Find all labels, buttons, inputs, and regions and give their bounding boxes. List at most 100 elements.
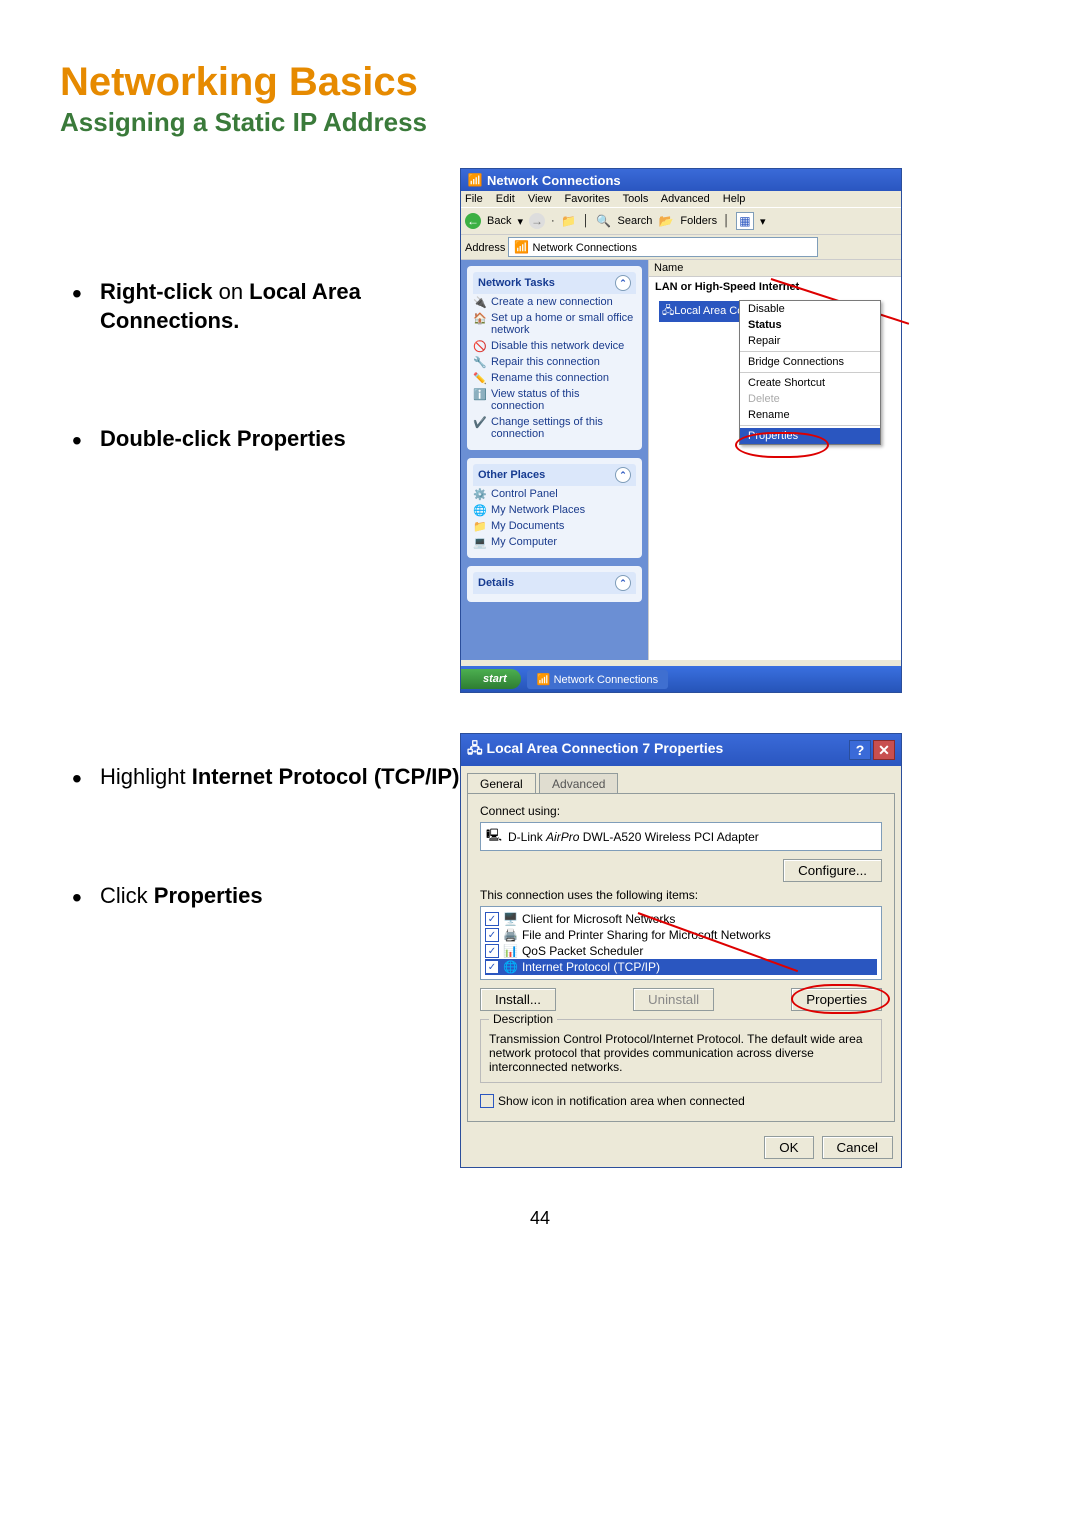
show-icon-checkbox[interactable]	[480, 1094, 494, 1108]
ctx-properties[interactable]: Properties	[740, 428, 880, 444]
uses-label: This connection uses the following items…	[480, 888, 882, 902]
properties-button[interactable]: Properties	[791, 988, 882, 1011]
show-icon-label: Show icon in notification area when conn…	[498, 1094, 745, 1108]
main-pane: Name LAN or High-Speed Internet 🖧Local A…	[648, 260, 901, 660]
dialog-titlebar: 🖧 Local Area Connection 7 Properties ? ✕	[461, 734, 901, 766]
menu-tools[interactable]: Tools	[623, 193, 649, 205]
page-subtitle: Assigning a Static IP Address	[60, 107, 1020, 138]
description-text: Transmission Control Protocol/Internet P…	[489, 1032, 873, 1074]
dropdown-icon[interactable]: ▾	[517, 215, 523, 228]
task-setup-network[interactable]: 🏠Set up a home or small office network	[473, 310, 636, 338]
connection-icon: 🖧	[662, 305, 674, 317]
chevron-up-icon[interactable]: ⌃	[615, 275, 631, 291]
service-icon: 🖥️	[503, 912, 518, 926]
network-icon: 📶	[467, 172, 483, 188]
menu-view[interactable]: View	[528, 193, 552, 205]
menu-edit[interactable]: Edit	[496, 193, 515, 205]
other-my-documents[interactable]: 📁My Documents	[473, 518, 636, 534]
help-button[interactable]: ?	[849, 740, 871, 760]
close-button[interactable]: ✕	[873, 740, 895, 760]
up-folder-icon[interactable]: 📁	[561, 213, 577, 229]
forward-icon[interactable]: →	[529, 213, 545, 229]
instruction-step-4: Click Properties	[100, 882, 460, 911]
address-label: Address	[465, 242, 505, 254]
tab-advanced[interactable]: Advanced	[539, 773, 618, 794]
menu-favorites[interactable]: Favorites	[565, 193, 610, 205]
protocol-icon: 🌐	[503, 960, 518, 974]
menu-advanced[interactable]: Advanced	[661, 193, 710, 205]
sidebar-details-header[interactable]: Details⌃	[473, 572, 636, 594]
tab-general[interactable]: General	[467, 773, 536, 794]
folders-icon[interactable]: 📂	[658, 213, 674, 229]
network-connections-window: 📶 Network Connections File Edit View Fav…	[460, 168, 902, 693]
instruction-step-1: Right-click on Local Area Connections.	[100, 278, 460, 335]
instruction-step-3: Highlight Internet Protocol (TCP/IP)	[100, 763, 460, 792]
task-disable-device[interactable]: 🚫Disable this network device	[473, 338, 636, 354]
menu-help[interactable]: Help	[723, 193, 746, 205]
task-repair-connection[interactable]: 🔧Repair this connection	[473, 354, 636, 370]
separator: ·	[551, 215, 555, 227]
other-my-computer[interactable]: 💻My Computer	[473, 534, 636, 550]
install-button[interactable]: Install...	[480, 988, 556, 1011]
context-menu: Disable Status Repair Bridge Connections…	[739, 300, 881, 445]
sidebar-tasks-header[interactable]: Network Tasks⌃	[473, 272, 636, 294]
uninstall-button[interactable]: Uninstall	[633, 988, 714, 1011]
ctx-disable[interactable]: Disable	[740, 301, 880, 317]
checkbox-icon[interactable]: ✓	[485, 912, 499, 926]
adapter-field: 🖳 D-Link AirPro DWL-A520 Wireless PCI Ad…	[480, 822, 882, 851]
ctx-status[interactable]: Status	[740, 317, 880, 333]
task-rename-connection[interactable]: ✏️Rename this connection	[473, 370, 636, 386]
checkbox-icon[interactable]: ✓	[485, 960, 499, 974]
description-group: Description Transmission Control Protoco…	[480, 1019, 882, 1083]
adapter-icon: 🖳	[486, 826, 502, 847]
search-icon[interactable]: 🔍	[596, 213, 612, 229]
checkbox-icon[interactable]: ✓	[485, 928, 499, 942]
start-button[interactable]: start	[461, 669, 521, 689]
ctx-rename[interactable]: Rename	[740, 407, 880, 423]
service-icon: 📊	[503, 944, 518, 958]
item-qos-scheduler[interactable]: ✓📊QoS Packet Scheduler	[485, 943, 877, 959]
views-icon[interactable]: ▦	[736, 212, 754, 230]
address-field[interactable]: 📶 Network Connections	[508, 237, 818, 257]
checkbox-icon[interactable]: ✓	[485, 944, 499, 958]
ctx-repair[interactable]: Repair	[740, 333, 880, 349]
window-titlebar: 📶 Network Connections	[461, 169, 901, 191]
items-listbox[interactable]: ✓🖥️Client for Microsoft Networks ✓🖨️File…	[480, 906, 882, 980]
connect-using-label: Connect using:	[480, 804, 882, 818]
search-button[interactable]: Search	[618, 215, 653, 227]
chevron-up-icon[interactable]: ⌃	[615, 575, 631, 591]
back-button[interactable]: Back	[487, 215, 511, 227]
column-header-name[interactable]: Name	[649, 260, 901, 277]
other-network-places[interactable]: 🌐My Network Places	[473, 502, 636, 518]
task-view-status[interactable]: ℹ️View status of this connection	[473, 386, 636, 414]
item-client-ms-networks[interactable]: ✓🖥️Client for Microsoft Networks	[485, 911, 877, 927]
menu-file[interactable]: File	[465, 193, 483, 205]
ok-button[interactable]: OK	[764, 1136, 813, 1159]
taskbar-item-network-connections[interactable]: 📶 Network Connections	[527, 670, 668, 689]
cancel-button[interactable]: Cancel	[822, 1136, 894, 1159]
service-icon: 🖨️	[503, 928, 518, 942]
taskbar-icon: 📶	[537, 674, 551, 686]
connection-icon: 🖧	[467, 740, 483, 756]
item-tcpip[interactable]: ✓🌐Internet Protocol (TCP/IP)	[485, 959, 877, 975]
other-control-panel[interactable]: ⚙️Control Panel	[473, 486, 636, 502]
ctx-bridge[interactable]: Bridge Connections	[740, 354, 880, 370]
ctx-shortcut[interactable]: Create Shortcut	[740, 375, 880, 391]
ctx-delete[interactable]: Delete	[740, 391, 880, 407]
task-change-settings[interactable]: ✔️Change settings of this connection	[473, 414, 636, 442]
instruction-step-2: Double-click Properties	[100, 425, 460, 454]
sidebar-other-header[interactable]: Other Places⌃	[473, 464, 636, 486]
properties-dialog: 🖧 Local Area Connection 7 Properties ? ✕…	[460, 733, 902, 1168]
address-icon: 📶	[513, 239, 529, 255]
page-title: Networking Basics	[60, 60, 1020, 105]
sidebar: Network Tasks⌃ 🔌Create a new connection …	[461, 260, 648, 660]
toolbar: ← Back▾ → · 📁 │ 🔍 Search 📂 Folders │ ▦▾	[461, 207, 901, 235]
folders-button[interactable]: Folders	[680, 215, 717, 227]
task-create-connection[interactable]: 🔌Create a new connection	[473, 294, 636, 310]
taskbar: start 📶 Network Connections	[461, 666, 901, 692]
configure-button[interactable]: Configure...	[783, 859, 882, 882]
chevron-up-icon[interactable]: ⌃	[615, 467, 631, 483]
menu-bar[interactable]: File Edit View Favorites Tools Advanced …	[461, 191, 901, 207]
page-number: 44	[60, 1208, 1020, 1229]
back-icon[interactable]: ←	[465, 213, 481, 229]
